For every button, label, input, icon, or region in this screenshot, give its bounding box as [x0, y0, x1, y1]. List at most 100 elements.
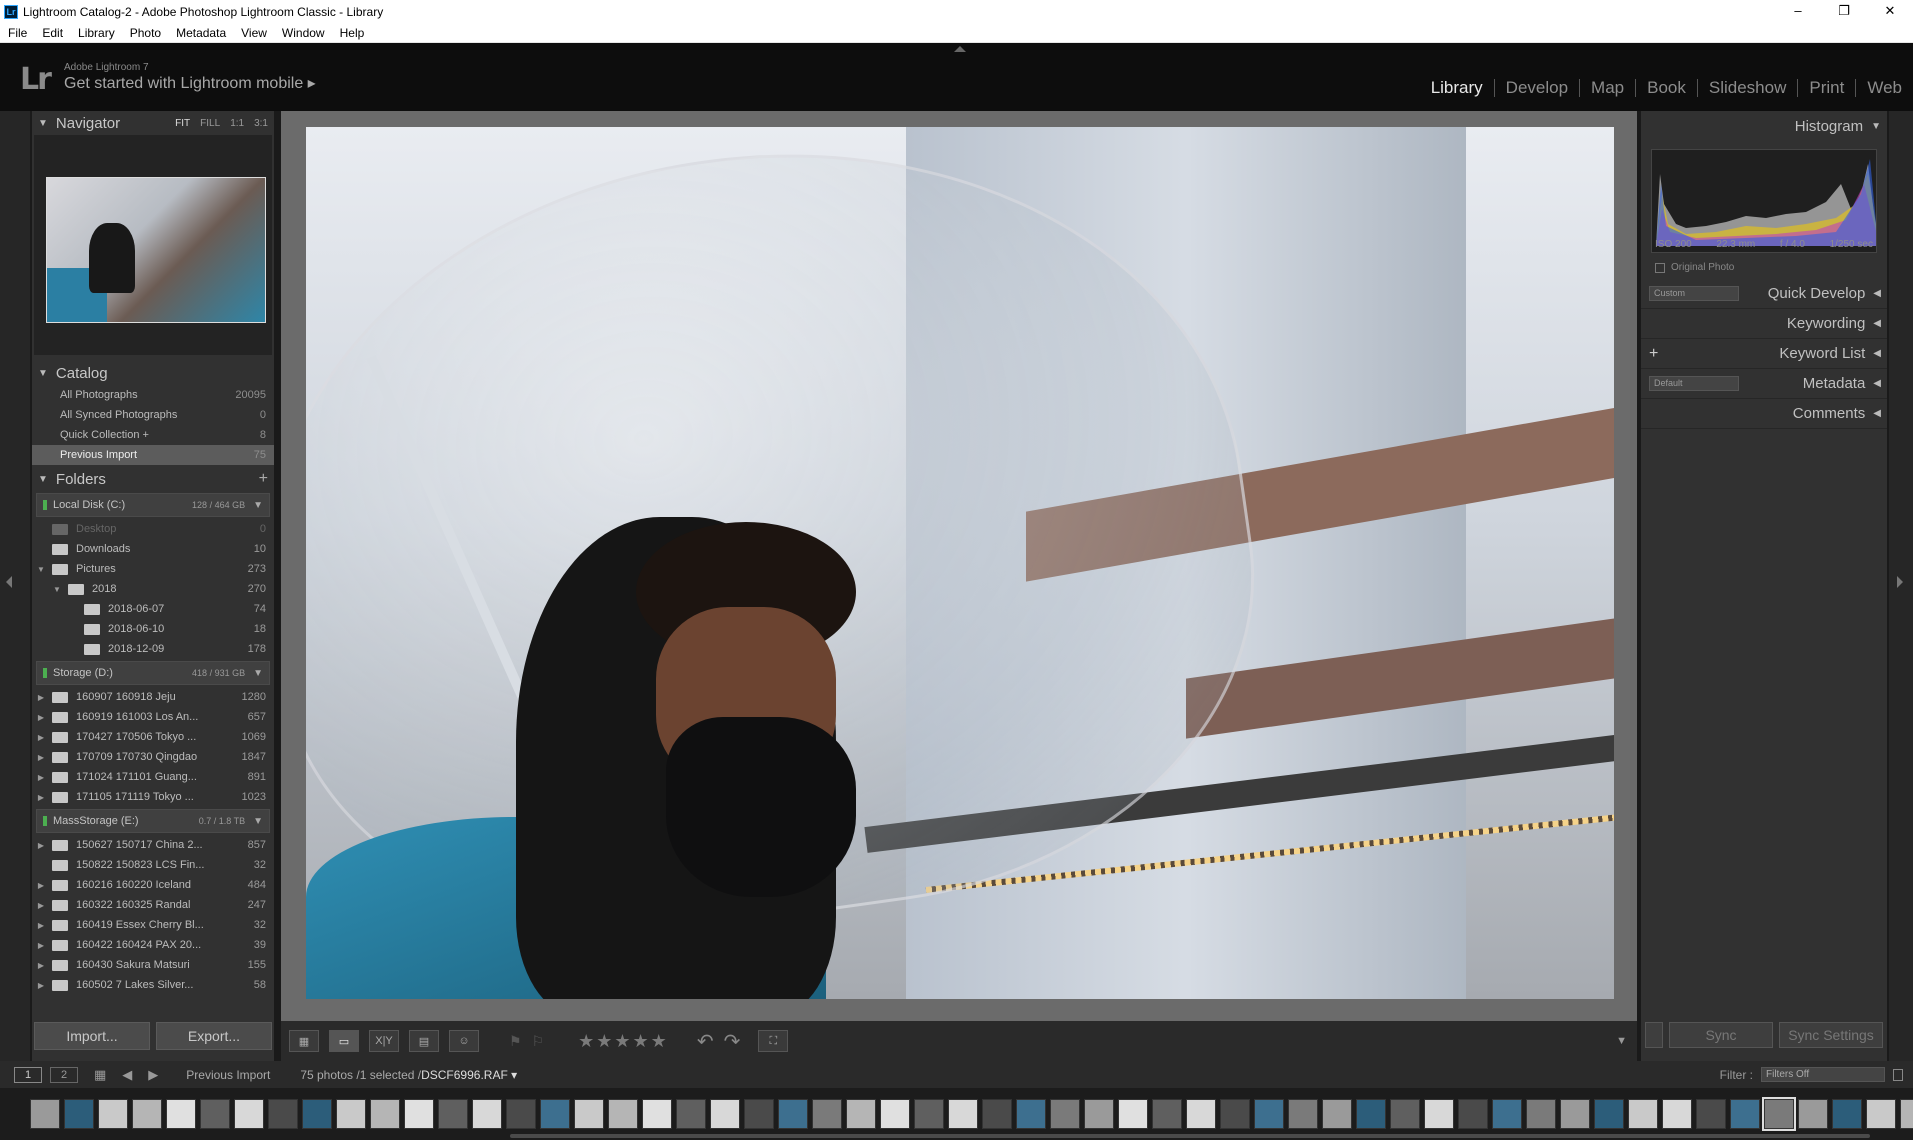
filmstrip-thumbnail[interactable] [948, 1099, 978, 1129]
volume-header[interactable]: MassStorage (E:) 0.7 / 1.8 TB ▼ [36, 809, 270, 833]
crop-overlay-icon[interactable]: ⛶ [758, 1030, 789, 1052]
volume-header[interactable]: Storage (D:) 418 / 931 GB ▼ [36, 661, 270, 685]
module-map[interactable]: Map [1580, 78, 1635, 98]
filmstrip-thumbnail[interactable] [1084, 1099, 1114, 1129]
filmstrip-thumbnail[interactable] [1696, 1099, 1726, 1129]
folder-expand-icon[interactable]: ▶ [36, 841, 46, 850]
metadata-preset-select[interactable]: Default [1649, 376, 1739, 391]
folder-item[interactable]: 2018-12-09 178 [32, 639, 274, 659]
folder-item[interactable]: ▶ 160907 160918 Jeju 1280 [32, 687, 274, 707]
folder-item[interactable]: ▶ 150627 150717 China 2... 857 [32, 835, 274, 855]
folder-item[interactable]: ▼ Pictures 273 [32, 559, 274, 579]
volume-collapse-icon[interactable]: ▼ [253, 668, 263, 679]
menu-library[interactable]: Library [78, 26, 115, 40]
restore-button[interactable]: ❐ [1821, 0, 1867, 23]
import-button[interactable]: Import... [34, 1022, 150, 1050]
module-slideshow[interactable]: Slideshow [1698, 78, 1798, 98]
filmstrip-thumbnail[interactable] [914, 1099, 944, 1129]
filmstrip-thumbnail[interactable] [1594, 1099, 1624, 1129]
folder-expand-icon[interactable]: ▼ [52, 585, 62, 594]
folders-header[interactable]: ▼ Folders + [32, 467, 274, 491]
filmstrip-thumbnail[interactable] [200, 1099, 230, 1129]
filmstrip-thumbnail[interactable] [744, 1099, 774, 1129]
module-web[interactable]: Web [1856, 78, 1913, 98]
rotate-left-icon[interactable]: ↶ [697, 1029, 714, 1054]
filmstrip-thumbnail[interactable] [1186, 1099, 1216, 1129]
filmstrip-thumbnail[interactable] [268, 1099, 298, 1129]
filmstrip-thumbnail[interactable] [438, 1099, 468, 1129]
filmstrip-thumbnail[interactable] [1492, 1099, 1522, 1129]
sync-button[interactable]: Sync [1669, 1022, 1773, 1048]
volume-header[interactable]: Local Disk (C:) 128 / 464 GB ▼ [36, 493, 270, 517]
folder-item[interactable]: Downloads 10 [32, 539, 274, 559]
filmstrip-thumbnail[interactable] [1628, 1099, 1658, 1129]
filmstrip-thumbnail[interactable] [1458, 1099, 1488, 1129]
filmstrip-thumbnail[interactable] [1118, 1099, 1148, 1129]
filmstrip-thumbnail[interactable] [1322, 1099, 1352, 1129]
sync-settings-button[interactable]: Sync Settings [1779, 1022, 1883, 1048]
add-folder-icon[interactable]: + [259, 470, 274, 488]
folder-expand-icon[interactable]: ▶ [36, 981, 46, 990]
original-photo-toggle[interactable]: Original Photo [1641, 250, 1887, 279]
folder-item[interactable]: Desktop 0 [32, 519, 274, 539]
filmstrip-thumbnail[interactable] [1424, 1099, 1454, 1129]
filmstrip-thumbnail[interactable] [166, 1099, 196, 1129]
folder-expand-icon[interactable]: ▶ [36, 921, 46, 930]
filmstrip-thumbnail[interactable] [1016, 1099, 1046, 1129]
people-view-icon[interactable]: ☺ [449, 1030, 479, 1052]
compare-view-icon[interactable]: X|Y [369, 1030, 399, 1052]
filmstrip-thumbnail[interactable] [302, 1099, 332, 1129]
filmstrip-thumbnail[interactable] [574, 1099, 604, 1129]
folder-item[interactable]: ▶ 170427 170506 Tokyo ... 1069 [32, 727, 274, 747]
filmstrip-thumbnail[interactable] [1832, 1099, 1862, 1129]
grid-view-icon[interactable]: ▦ [289, 1030, 319, 1052]
folder-item[interactable]: ▶ 160919 161003 Los An... 657 [32, 707, 274, 727]
filmstrip-thumbnail[interactable] [1152, 1099, 1182, 1129]
left-panel-toggle[interactable] [0, 111, 30, 1061]
folder-item[interactable]: ▶ 171024 171101 Guang... 891 [32, 767, 274, 787]
filmstrip-thumbnail[interactable] [404, 1099, 434, 1129]
folder-expand-icon[interactable]: ▶ [36, 713, 46, 722]
zoom-3-1[interactable]: 3:1 [254, 118, 268, 129]
folder-expand-icon[interactable]: ▶ [36, 961, 46, 970]
module-develop[interactable]: Develop [1495, 78, 1579, 98]
forward-arrow-icon[interactable]: ▶ [148, 1067, 158, 1083]
folder-item[interactable]: ▶ 170709 170730 Qingdao 1847 [32, 747, 274, 767]
filmstrip-thumbnail[interactable] [1798, 1099, 1828, 1129]
filmstrip-thumbnail[interactable] [1254, 1099, 1284, 1129]
filmstrip-thumbnail[interactable] [1288, 1099, 1318, 1129]
folder-item[interactable]: 150822 150823 LCS Fin... 32 [32, 855, 274, 875]
filmstrip-thumbnail[interactable] [1356, 1099, 1386, 1129]
folder-expand-icon[interactable]: ▶ [36, 773, 46, 782]
rotate-right-icon[interactable]: ↷ [724, 1029, 741, 1054]
minimize-button[interactable]: – [1775, 0, 1821, 23]
zoom-fit[interactable]: FIT [175, 118, 190, 129]
catalog-item[interactable]: All Synced Photographs 0 [32, 405, 274, 425]
filmstrip-thumbnail[interactable] [608, 1099, 638, 1129]
histogram-chart[interactable] [1651, 149, 1877, 253]
module-library[interactable]: Library [1420, 78, 1494, 98]
filmstrip-thumbnail[interactable] [30, 1099, 60, 1129]
folder-expand-icon[interactable]: ▼ [36, 565, 46, 574]
navigator-header[interactable]: ▼ Navigator FIT FILL 1:1 3:1 [32, 111, 274, 135]
filmstrip-thumbnail[interactable] [1390, 1099, 1420, 1129]
comments-header[interactable]: Comments ◀ [1641, 399, 1887, 429]
back-arrow-icon[interactable]: ◀ [122, 1067, 132, 1083]
menu-window[interactable]: Window [282, 26, 325, 40]
auto-sync-switch[interactable] [1645, 1022, 1663, 1048]
folder-expand-icon[interactable]: ▶ [36, 693, 46, 702]
folder-item[interactable]: ▶ 160430 Sakura Matsuri 155 [32, 955, 274, 975]
filmstrip-thumbnail[interactable] [1560, 1099, 1590, 1129]
folder-expand-icon[interactable]: ▶ [36, 881, 46, 890]
loupe-view-icon[interactable]: ▭ [329, 1030, 359, 1052]
folder-expand-icon[interactable]: ▶ [36, 793, 46, 802]
zoom-1-1[interactable]: 1:1 [230, 118, 244, 129]
menu-metadata[interactable]: Metadata [176, 26, 226, 40]
grid-icon[interactable]: ▦ [94, 1067, 106, 1083]
filmstrip-thumbnail[interactable] [98, 1099, 128, 1129]
filmstrip-thumbnail[interactable] [880, 1099, 910, 1129]
menu-help[interactable]: Help [340, 26, 365, 40]
volume-collapse-icon[interactable]: ▼ [253, 500, 263, 511]
filmstrip-thumbnail[interactable] [132, 1099, 162, 1129]
menu-file[interactable]: File [8, 26, 27, 40]
